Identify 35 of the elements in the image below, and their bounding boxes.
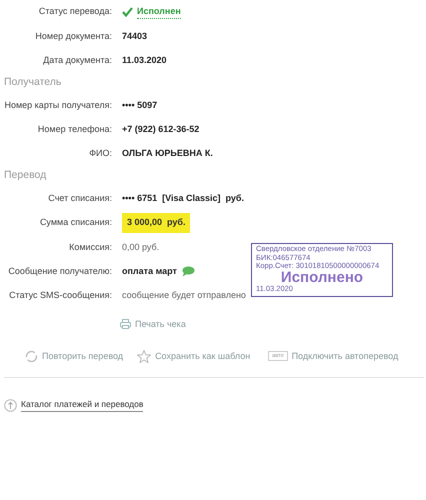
refresh-icon (25, 350, 38, 363)
speech-bubble-icon (180, 266, 195, 278)
field-label: Счет списания: (47, 192, 112, 205)
field-value: •••• 5097 (122, 98, 158, 112)
field-label: ФИО: (88, 147, 112, 160)
print-receipt-link[interactable]: Печать чека (135, 318, 186, 332)
field-value: 0,00 руб. (122, 240, 160, 254)
field-label: Номер телефона: (36, 123, 112, 136)
action-link[interactable]: Подключить автоперевод (292, 350, 398, 364)
printer-icon (120, 319, 131, 330)
field-label: Статус SMS-сообщения: (8, 289, 112, 302)
status-text: Исполнен (137, 4, 181, 20)
section-heading: Перевод (3, 168, 48, 184)
section-heading: Получатель (3, 75, 62, 90)
action-link[interactable]: Повторить перевод (42, 350, 124, 364)
field-value: сообщение будет отправлено (122, 289, 246, 302)
field-label: Сумма списания: (38, 216, 112, 230)
star-icon (137, 350, 152, 363)
field-value: •••• 6751 [Visa Classic] руб. (122, 192, 244, 205)
field-label: Дата документа: (42, 54, 112, 68)
message-text: оплата март (122, 264, 177, 278)
field-label: Статус перевода: (38, 5, 112, 18)
field-label: Номер документа: (34, 30, 112, 43)
field-value: +7 (922) 612-36-52 (122, 123, 200, 136)
catalog-link[interactable]: Каталог платежей и переводов (21, 398, 144, 412)
stamp-status: Исполнено (280, 270, 364, 285)
field-value: 11.03.2020 (122, 54, 167, 68)
field-value: 74403 (122, 30, 148, 43)
check-icon (122, 7, 133, 18)
field-label: Номер карты получателя: (3, 98, 112, 112)
field-label: Комиссия: (68, 240, 112, 254)
action-link[interactable]: Сохранить как шаблон (155, 350, 250, 364)
amount-value: 3 000,00 руб. (122, 213, 190, 233)
field-value: ОЛЬГА ЮРЬЕВНА К. (122, 147, 213, 160)
field-label: Сообщение получателю: (7, 264, 112, 278)
